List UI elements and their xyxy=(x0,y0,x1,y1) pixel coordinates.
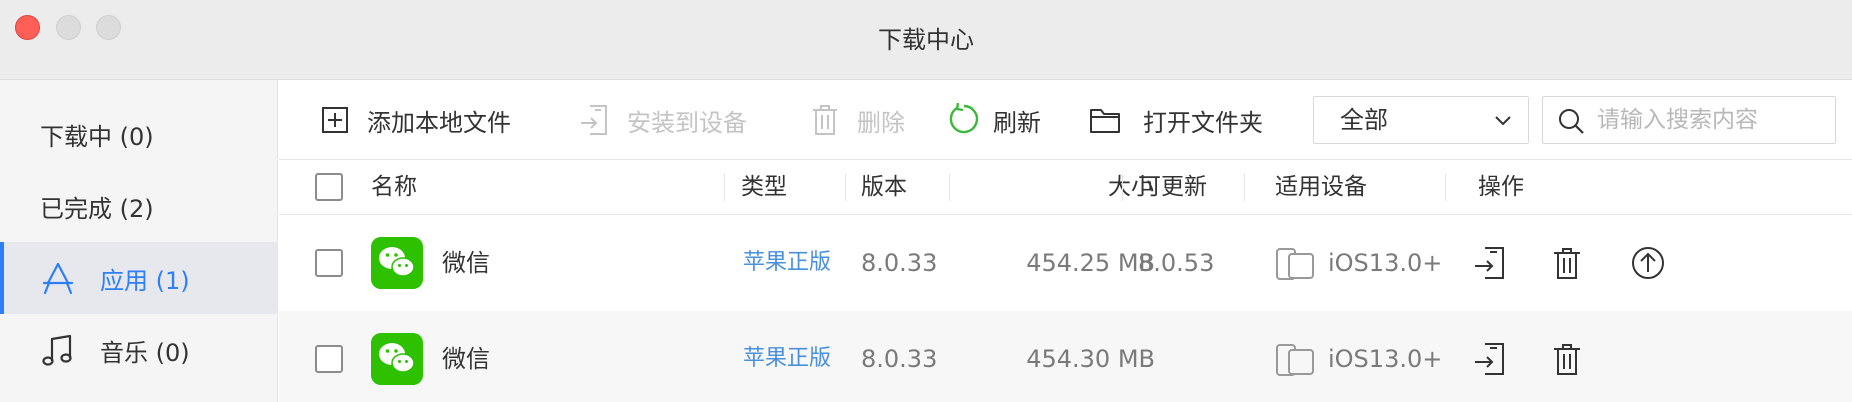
column-divider xyxy=(845,174,846,201)
open-folder-button[interactable]: 打开文件夹 xyxy=(1089,80,1263,160)
delete-button[interactable]: 删除 xyxy=(811,80,905,160)
install-to-device-button[interactable]: 安装到设备 xyxy=(579,80,747,160)
table-row[interactable]: 微信 苹果正版 8.0.33 454.30 MB iOS13.0+ xyxy=(279,311,1852,402)
table-row[interactable]: 微信 苹果正版 8.0.33 454.25 MB 8.0.53 iOS13.0+ xyxy=(279,215,1852,311)
header-type[interactable]: 类型 xyxy=(741,160,787,215)
sidebar-item-music[interactable]: 音乐 (0) xyxy=(0,314,278,386)
header-actions: 操作 xyxy=(1478,174,1524,200)
wechat-app-icon xyxy=(371,333,423,385)
add-local-file-label: 添加本地文件 xyxy=(367,108,511,137)
refresh-button[interactable]: 刷新 xyxy=(947,80,1041,160)
title-bar: 下载中心 xyxy=(0,0,1852,80)
row-checkbox[interactable] xyxy=(315,345,343,373)
filter-selected-value: 全部 xyxy=(1340,106,1388,134)
install-to-device-label: 安装到设备 xyxy=(627,108,747,137)
column-divider xyxy=(1445,174,1446,201)
refresh-icon xyxy=(949,103,979,134)
header-version[interactable]: 版本 xyxy=(861,160,907,215)
install-device-icon xyxy=(581,105,607,135)
header-updatable[interactable]: 可更新 xyxy=(1138,160,1207,215)
search-box[interactable] xyxy=(1542,96,1836,144)
app-version: 8.0.33 xyxy=(861,345,938,373)
open-folder-label: 打开文件夹 xyxy=(1143,108,1263,137)
sidebar-item-label: 下载中 (0) xyxy=(40,122,154,151)
column-divider xyxy=(949,174,950,201)
device-icon xyxy=(1276,248,1314,280)
trash-icon xyxy=(813,105,837,135)
header-name[interactable]: 名称 xyxy=(371,160,417,215)
window-title: 下载中心 xyxy=(878,26,974,54)
column-divider xyxy=(1122,174,1123,201)
refresh-label: 刷新 xyxy=(993,108,1041,137)
table-header: 名称 类型 版本 大小 可更新 适用设备 操作 xyxy=(279,160,1852,215)
row-checkbox[interactable] xyxy=(315,249,343,277)
trash-icon[interactable] xyxy=(1549,245,1585,281)
device-requirement: iOS13.0+ xyxy=(1328,249,1443,277)
add-square-icon xyxy=(322,107,348,133)
column-divider xyxy=(1244,174,1245,201)
install-to-device-icon[interactable] xyxy=(1472,341,1508,377)
music-note-icon xyxy=(42,334,72,366)
app-name: 微信 xyxy=(442,345,490,373)
update-arrow-icon[interactable] xyxy=(1630,245,1666,281)
header-device[interactable]: 适用设备 xyxy=(1275,160,1367,215)
app-size: 454.25 MB xyxy=(1026,249,1155,277)
select-all-checkbox[interactable] xyxy=(315,173,343,201)
column-divider xyxy=(724,174,725,201)
search-icon xyxy=(1559,109,1584,134)
app-updatable-version: 8.0.53 xyxy=(1138,249,1215,277)
sidebar-item-label: 音乐 (0) xyxy=(100,338,190,367)
wechat-app-icon xyxy=(371,237,423,289)
app-name: 微信 xyxy=(442,249,490,277)
app-store-icon xyxy=(42,262,74,295)
install-to-device-icon[interactable] xyxy=(1472,245,1508,281)
folder-icon xyxy=(1090,109,1120,133)
app-version: 8.0.33 xyxy=(861,249,938,277)
delete-label: 删除 xyxy=(857,108,905,137)
chevron-down-icon xyxy=(1495,116,1511,126)
search-input[interactable] xyxy=(1597,103,1827,137)
sidebar-item-downloading[interactable]: 下载中 (0) xyxy=(0,98,278,170)
sidebar-item-completed[interactable]: 已完成 (2) xyxy=(0,170,278,242)
sidebar: 下载中 (0) 已完成 (2) 应用 (1) 音乐 (0) xyxy=(0,80,278,402)
app-size: 454.30 MB xyxy=(1026,345,1155,373)
trash-icon[interactable] xyxy=(1549,341,1585,377)
category-filter-select[interactable]: 全部 xyxy=(1313,96,1529,144)
sidebar-item-apps[interactable]: 应用 (1) xyxy=(0,242,278,314)
device-icon xyxy=(1276,344,1314,376)
device-requirement: iOS13.0+ xyxy=(1328,345,1443,373)
app-type-link[interactable]: 苹果正版 xyxy=(743,311,831,402)
sidebar-item-label: 已完成 (2) xyxy=(40,194,154,223)
app-type-link[interactable]: 苹果正版 xyxy=(743,215,831,311)
add-local-file-button[interactable]: 添加本地文件 xyxy=(321,80,511,160)
sidebar-item-label: 应用 (1) xyxy=(100,266,190,295)
